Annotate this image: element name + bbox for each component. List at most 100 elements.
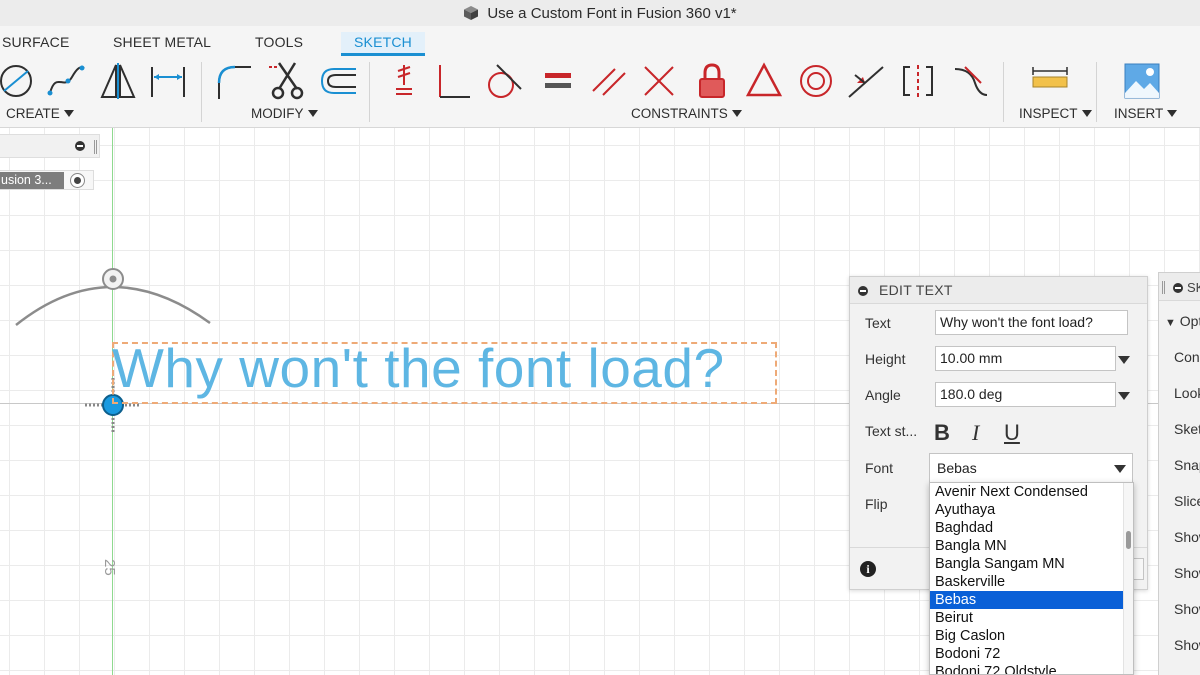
font-option[interactable]: Avenir Next Condensed <box>930 483 1123 501</box>
dimension-tool-icon[interactable] <box>146 60 190 102</box>
toolbar-ribbon: SURFACE SHEET METAL TOOLS SKETCH CREATE … <box>0 26 1200 128</box>
font-option[interactable]: Bodoni 72 <box>930 645 1123 663</box>
window-title: Use a Custom Font in Fusion 360 v1* <box>487 4 737 22</box>
create-menu[interactable]: CREATE <box>6 106 74 121</box>
font-option[interactable]: Bangla Sangam MN <box>930 555 1123 573</box>
font-label: Font <box>865 460 894 476</box>
palette-item[interactable]: Snap <box>1174 457 1200 473</box>
flip-label: Flip <box>865 496 888 512</box>
spline-tool-icon[interactable] <box>44 60 88 102</box>
ribbon-separator <box>369 62 370 122</box>
font-dropdown-list[interactable]: Avenir Next Condensed Ayuthaya Baghdad Bang… <box>929 482 1134 675</box>
modify-menu[interactable]: MODIFY <box>251 106 318 121</box>
chevron-down-icon[interactable] <box>1118 392 1130 400</box>
fusion-cube-icon <box>464 6 479 20</box>
midpoint-constraint-icon[interactable] <box>637 60 681 102</box>
font-option[interactable]: Baskerville <box>930 573 1123 591</box>
chevron-down-icon <box>63 110 74 117</box>
tab-tools[interactable]: TOOLS <box>255 32 303 56</box>
tab-surface[interactable]: SURFACE <box>2 32 70 56</box>
dialog-title: EDIT TEXT <box>879 282 953 298</box>
font-option[interactable]: Bebas <box>930 591 1123 609</box>
palette-item[interactable]: Sket <box>1174 421 1200 437</box>
palette-item[interactable]: Slice <box>1174 493 1200 509</box>
text-field[interactable]: Why won't the font load? <box>935 310 1128 335</box>
offset-tool-icon[interactable] <box>316 60 360 102</box>
scrollbar-thumb[interactable] <box>1126 531 1131 549</box>
insert-menu[interactable]: INSERT <box>1114 106 1178 121</box>
trim-scissors-icon[interactable] <box>265 60 309 102</box>
panel-grip-icon[interactable] <box>94 140 97 154</box>
ribbon-separator <box>1003 62 1004 122</box>
ribbon-separator <box>1096 62 1097 122</box>
measure-ruler-icon[interactable] <box>1028 60 1072 102</box>
collinear-constraint-icon[interactable] <box>845 60 889 102</box>
palette-item[interactable]: Show <box>1174 529 1200 545</box>
bold-button[interactable]: B <box>934 420 950 446</box>
italic-button[interactable]: I <box>972 420 979 446</box>
text-style-label: Text st... <box>865 423 918 439</box>
dimension-label: 25 <box>101 559 118 576</box>
insert-image-icon[interactable] <box>1120 60 1164 102</box>
parallel-constraint-icon[interactable] <box>587 60 631 102</box>
collapse-icon[interactable] <box>1173 283 1183 293</box>
symmetry-constraint-icon[interactable] <box>896 60 940 102</box>
coincident-constraint-icon[interactable] <box>380 60 424 102</box>
font-option[interactable]: Bodoni 72 Oldstyle <box>930 663 1123 674</box>
palette-item[interactable]: Show <box>1174 601 1200 617</box>
curvature-constraint-icon[interactable] <box>949 60 993 102</box>
mirror-tool-icon[interactable] <box>96 60 140 102</box>
chevron-down-icon <box>1167 110 1178 117</box>
collapse-icon[interactable] <box>858 286 868 296</box>
font-option[interactable]: Ayuthaya <box>930 501 1123 519</box>
collapse-icon[interactable] <box>75 141 85 151</box>
activate-radio-icon[interactable] <box>70 173 85 188</box>
chevron-down-icon[interactable] <box>1118 356 1130 364</box>
chevron-down-icon <box>731 110 742 117</box>
palette-header: SK <box>1159 273 1200 301</box>
chevron-down-icon <box>1081 110 1092 117</box>
palette-options-section[interactable]: ▼ Opt <box>1165 313 1200 329</box>
window-titlebar: Use a Custom Font in Fusion 360 v1* <box>0 0 1200 26</box>
lock-icon[interactable] <box>690 60 734 102</box>
circle-tool-icon[interactable] <box>0 60 38 102</box>
palette-item[interactable]: Look <box>1174 385 1200 401</box>
height-field[interactable]: 10.00 mm <box>935 346 1116 371</box>
triangle-constraint-icon[interactable] <box>742 60 786 102</box>
font-option[interactable]: Bangla MN <box>930 537 1123 555</box>
angle-field[interactable]: 180.0 deg <box>935 382 1116 407</box>
tab-sketch[interactable]: SKETCH <box>341 32 425 56</box>
ribbon-separator <box>201 62 202 122</box>
concentric-constraint-icon[interactable] <box>794 60 838 102</box>
sketch-text[interactable]: Why won't the font load? <box>112 337 725 399</box>
tab-sheet-metal[interactable]: SHEET METAL <box>113 32 211 56</box>
font-option[interactable]: Big Caslon <box>930 627 1123 645</box>
triangle-down-icon: ▼ <box>1165 317 1176 329</box>
panel-grip-icon[interactable] <box>1162 281 1165 294</box>
chevron-down-icon <box>1114 465 1126 473</box>
tangent-constraint-icon[interactable] <box>481 60 525 102</box>
browser-item-label: usion 3... <box>0 172 64 189</box>
height-label: Height <box>865 351 906 367</box>
palette-title: SK <box>1187 280 1200 295</box>
fillet-tool-icon[interactable] <box>211 60 255 102</box>
browser-item[interactable]: usion 3... <box>0 170 94 190</box>
constraints-menu[interactable]: CONSTRAINTS <box>631 106 742 121</box>
font-option[interactable]: Beirut <box>930 609 1123 627</box>
perpendicular-constraint-icon[interactable] <box>430 60 474 102</box>
scrollbar[interactable] <box>1123 483 1133 674</box>
dialog-header: EDIT TEXT <box>850 277 1147 304</box>
palette-item[interactable]: Show <box>1174 637 1200 653</box>
inspect-menu[interactable]: INSPECT <box>1019 106 1092 121</box>
font-select[interactable]: Bebas <box>929 453 1133 483</box>
rotation-manipulator[interactable] <box>10 265 215 330</box>
info-icon[interactable]: i <box>860 561 876 577</box>
equal-constraint-icon[interactable] <box>535 60 579 102</box>
text-label: Text <box>865 315 891 331</box>
underline-button[interactable]: U <box>1004 420 1020 446</box>
sketch-palette-panel: SK ▼ Opt Con Look Sket Snap Slice Show S… <box>1158 272 1200 675</box>
palette-item[interactable]: Show <box>1174 565 1200 581</box>
font-option[interactable]: Baghdad <box>930 519 1123 537</box>
palette-item[interactable]: Con <box>1174 349 1200 365</box>
font-select-value: Bebas <box>937 460 977 476</box>
